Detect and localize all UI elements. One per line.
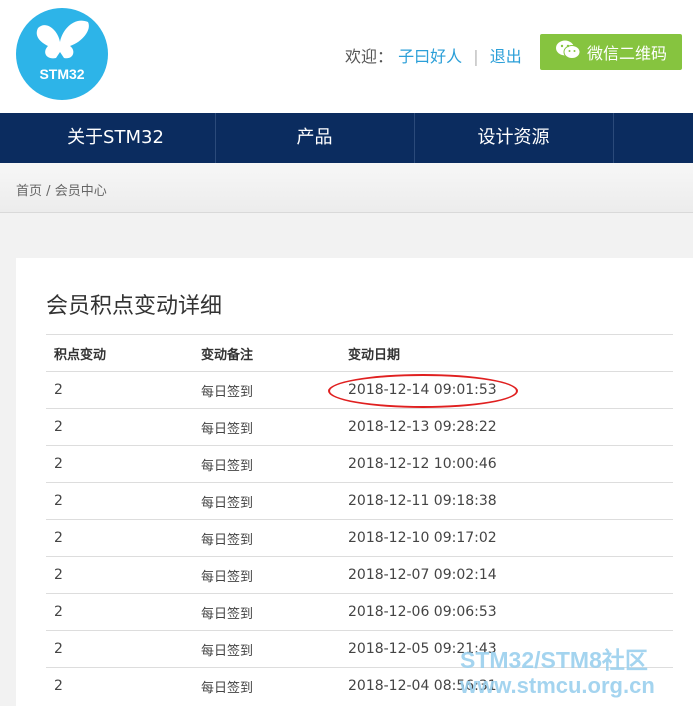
cell-note: 每日签到 (193, 482, 340, 520)
column-header-note: 变动备注 (193, 334, 340, 372)
cell-date: 2018-12-12 10:00:46 (340, 445, 673, 483)
nav-item-about-stm32[interactable]: 关于STM32 (16, 113, 216, 163)
logo-text: STM32 (39, 66, 85, 82)
divider: | (473, 47, 479, 66)
welcome-label: 欢迎： (345, 47, 394, 66)
cell-change: 2 (46, 482, 193, 520)
cell-change: 2 (46, 556, 193, 594)
points-panel: 会员积点变动详细 积点变动 变动备注 变动日期 2 每日签到 2018-12-1… (16, 258, 693, 706)
table-row: 2 每日签到 2018-12-10 09:17:02 (46, 519, 673, 557)
cell-date: 2018-12-11 09:18:38 (340, 482, 673, 520)
cell-change: 2 (46, 667, 193, 704)
user-area: 欢迎： 子曰好人 | 退出 (345, 43, 522, 67)
cell-note: 每日签到 (193, 371, 340, 409)
site-header: STM32 欢迎： 子曰好人 | 退出 微信二维码 (0, 0, 693, 113)
cell-note: 每日签到 (193, 445, 340, 483)
wechat-button-label: 微信二维码 (586, 44, 667, 63)
table-row: 2 每日签到 2018-12-12 10:00:46 (46, 445, 673, 483)
cell-date: 2018-12-07 09:02:14 (340, 556, 673, 594)
highlight-circle (328, 374, 518, 408)
breadcrumb-current[interactable]: 会员中心 (55, 184, 107, 199)
cell-change: 2 (46, 630, 193, 668)
watermark-line2: www.stmcu.org.cn (460, 673, 655, 698)
username-link[interactable]: 子曰好人 (398, 47, 462, 66)
main-nav: 关于STM32 产品 设计资源 活动 (0, 113, 693, 163)
stm32-logo[interactable]: STM32 (16, 8, 108, 100)
cell-change: 2 (46, 519, 193, 557)
breadcrumb-bar: 首页 / 会员中心 (0, 163, 693, 213)
column-header-date: 变动日期 (340, 334, 673, 372)
cell-note: 每日签到 (193, 630, 340, 668)
butterfly-icon (36, 20, 89, 59)
table-row: 2 每日签到 2018-12-11 09:18:38 (46, 482, 673, 520)
cell-note: 每日签到 (193, 408, 340, 446)
site-watermark: STM32/STM8社区 www.stmcu.org.cn (460, 647, 655, 699)
nav-item-events[interactable]: 活动 (613, 113, 693, 163)
wechat-icon (555, 39, 581, 65)
cell-date: 2018-12-06 09:06:53 (340, 593, 673, 631)
cell-date: 2018-12-10 09:17:02 (340, 519, 673, 557)
table-row: 2 每日签到 2018-12-06 09:06:53 (46, 593, 673, 631)
table-row: 2 每日签到 2018-12-13 09:28:22 (46, 408, 673, 446)
cell-change: 2 (46, 593, 193, 631)
cell-note: 每日签到 (193, 519, 340, 557)
table-header-row: 积点变动 变动备注 变动日期 (46, 334, 673, 372)
cell-note: 每日签到 (193, 556, 340, 594)
cell-note: 每日签到 (193, 593, 340, 631)
cell-change: 2 (46, 445, 193, 483)
logout-link[interactable]: 退出 (490, 47, 522, 66)
cell-change: 2 (46, 371, 193, 409)
wechat-qr-button[interactable]: 微信二维码 (540, 34, 682, 70)
nav-item-design-resources[interactable]: 设计资源 (414, 113, 614, 163)
breadcrumb-home[interactable]: 首页 (16, 184, 42, 199)
nav-item-products[interactable]: 产品 (215, 113, 415, 163)
cell-date: 2018-12-13 09:28:22 (340, 408, 673, 446)
breadcrumb: 首页 / 会员中心 (16, 180, 107, 199)
breadcrumb-separator: / (46, 184, 51, 199)
column-header-change: 积点变动 (46, 334, 193, 372)
watermark-line1: STM32/STM8社区 (460, 647, 648, 673)
table-row: 2 每日签到 2018-12-07 09:02:14 (46, 556, 673, 594)
cell-note: 每日签到 (193, 667, 340, 704)
cell-change: 2 (46, 408, 193, 446)
panel-title: 会员积点变动详细 (46, 294, 223, 319)
